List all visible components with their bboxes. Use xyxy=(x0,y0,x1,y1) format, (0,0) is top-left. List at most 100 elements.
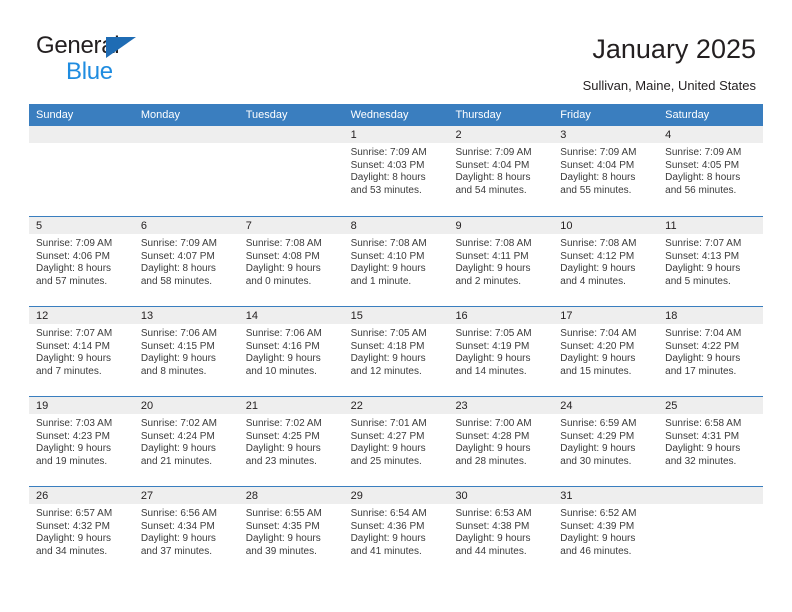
day-info: Sunrise: 7:01 AM Sunset: 4:27 PM Dayligh… xyxy=(344,414,449,468)
sunrise-text: Sunrise: 7:08 AM xyxy=(245,238,322,249)
day-number: 17 xyxy=(553,307,659,324)
calendar-day-cell[interactable]: 19 Sunrise: 7:03 AM Sunset: 4:23 PM Dayl… xyxy=(29,397,134,486)
day-number: 11 xyxy=(658,217,764,234)
sunrise-text: Sunrise: 7:09 AM xyxy=(560,147,637,158)
day-number: 27 xyxy=(133,487,239,504)
day-number: 28 xyxy=(238,487,344,504)
calendar-day-cell[interactable]: 13 Sunrise: 7:06 AM Sunset: 4:15 PM Dayl… xyxy=(133,307,239,396)
calendar-day-cell[interactable]: 15 Sunrise: 7:05 AM Sunset: 4:18 PM Dayl… xyxy=(343,307,449,396)
daylight-text-line2: and 17 minutes. xyxy=(665,365,737,377)
calendar-day-cell[interactable]: 28 Sunrise: 6:55 AM Sunset: 4:35 PM Dayl… xyxy=(238,487,344,576)
daylight-text-line2: and 7 minutes. xyxy=(36,365,102,377)
sunset-text: Sunset: 4:34 PM xyxy=(140,520,215,532)
day-info: Sunrise: 7:05 AM Sunset: 4:19 PM Dayligh… xyxy=(448,324,553,378)
calendar-day-cell[interactable]: 29 Sunrise: 6:54 AM Sunset: 4:36 PM Dayl… xyxy=(343,487,449,576)
calendar-day-cell[interactable] xyxy=(133,126,239,216)
calendar-day-cell[interactable]: 9 Sunrise: 7:08 AM Sunset: 4:11 PM Dayli… xyxy=(448,217,554,306)
calendar-day-cell[interactable] xyxy=(29,126,134,216)
calendar-day-cell[interactable]: 26 Sunrise: 6:57 AM Sunset: 4:32 PM Dayl… xyxy=(29,487,134,576)
sunset-text: Sunset: 4:16 PM xyxy=(245,340,320,352)
calendar-day-cell[interactable] xyxy=(238,126,344,216)
daylight-text-line1: Daylight: 9 hours xyxy=(455,533,531,545)
day-number: 18 xyxy=(658,307,764,324)
daylight-text-line2: and 39 minutes. xyxy=(245,545,317,557)
calendar-page: General Blue January 2025 Sullivan, Main… xyxy=(0,0,792,612)
calendar-day-cell[interactable]: 16 Sunrise: 7:05 AM Sunset: 4:19 PM Dayl… xyxy=(448,307,554,396)
calendar-day-cell[interactable]: 20 Sunrise: 7:02 AM Sunset: 4:24 PM Dayl… xyxy=(133,397,239,486)
day-number: 12 xyxy=(29,307,134,324)
daylight-text-line1: Daylight: 9 hours xyxy=(665,443,741,455)
calendar-day-cell[interactable]: 2 Sunrise: 7:09 AM Sunset: 4:04 PM Dayli… xyxy=(448,126,554,216)
daylight-text-line2: and 0 minutes. xyxy=(245,275,312,287)
page-header: General Blue January 2025 Sullivan, Main… xyxy=(0,0,792,104)
calendar-day-cell[interactable]: 10 Sunrise: 7:08 AM Sunset: 4:12 PM Dayl… xyxy=(553,217,659,306)
day-number: 13 xyxy=(133,307,239,324)
sunset-text: Sunset: 4:24 PM xyxy=(140,430,215,442)
daylight-text-line2: and 37 minutes. xyxy=(140,545,213,557)
sunrise-text: Sunrise: 7:00 AM xyxy=(455,418,532,429)
day-number: 4 xyxy=(658,126,764,143)
calendar-day-cell[interactable]: 18 Sunrise: 7:04 AM Sunset: 4:22 PM Dayl… xyxy=(658,307,764,396)
calendar-day-cell[interactable]: 8 Sunrise: 7:08 AM Sunset: 4:10 PM Dayli… xyxy=(343,217,449,306)
calendar-day-cell[interactable]: 25 Sunrise: 6:58 AM Sunset: 4:31 PM Dayl… xyxy=(658,397,764,486)
sunset-text: Sunset: 4:39 PM xyxy=(560,520,635,532)
calendar-day-cell[interactable]: 6 Sunrise: 7:09 AM Sunset: 4:07 PM Dayli… xyxy=(133,217,239,306)
day-number: 8 xyxy=(343,217,449,234)
day-info: Sunrise: 7:07 AM Sunset: 4:13 PM Dayligh… xyxy=(658,234,763,288)
daylight-text-line1: Daylight: 8 hours xyxy=(665,172,741,184)
calendar-day-cell[interactable]: 23 Sunrise: 7:00 AM Sunset: 4:28 PM Dayl… xyxy=(448,397,554,486)
weekday-header-tuesday: Tuesday xyxy=(245,109,288,121)
sunrise-text: Sunrise: 7:08 AM xyxy=(560,238,637,249)
sunrise-text: Sunrise: 6:56 AM xyxy=(140,508,218,519)
sunset-text: Sunset: 4:04 PM xyxy=(455,159,530,171)
sunset-text: Sunset: 4:05 PM xyxy=(665,159,740,171)
calendar-day-cell[interactable] xyxy=(658,487,764,576)
day-info: Sunrise: 7:09 AM Sunset: 4:05 PM Dayligh… xyxy=(658,143,763,197)
daylight-text-line1: Daylight: 9 hours xyxy=(560,263,636,275)
day-number: 30 xyxy=(448,487,554,504)
day-info: Sunrise: 7:02 AM Sunset: 4:25 PM Dayligh… xyxy=(239,414,344,468)
daylight-text-line1: Daylight: 8 hours xyxy=(36,263,112,275)
daylight-text-line2: and 56 minutes. xyxy=(665,184,737,196)
calendar-day-cell[interactable]: 22 Sunrise: 7:01 AM Sunset: 4:27 PM Dayl… xyxy=(343,397,449,486)
calendar-day-cell[interactable]: 12 Sunrise: 7:07 AM Sunset: 4:14 PM Dayl… xyxy=(29,307,134,396)
day-info xyxy=(239,143,344,147)
calendar-day-cell[interactable]: 14 Sunrise: 7:06 AM Sunset: 4:16 PM Dayl… xyxy=(238,307,344,396)
calendar-day-cell[interactable]: 30 Sunrise: 6:53 AM Sunset: 4:38 PM Dayl… xyxy=(448,487,554,576)
calendar-day-cell[interactable]: 31 Sunrise: 6:52 AM Sunset: 4:39 PM Dayl… xyxy=(553,487,659,576)
sunrise-text: Sunrise: 7:05 AM xyxy=(350,328,427,339)
calendar-grid: Sunday Monday Tuesday Wednesday Thursday… xyxy=(29,104,764,576)
sunrise-text: Sunrise: 7:08 AM xyxy=(350,238,427,249)
calendar-day-cell[interactable]: 27 Sunrise: 6:56 AM Sunset: 4:34 PM Dayl… xyxy=(133,487,239,576)
calendar-day-cell[interactable]: 3 Sunrise: 7:09 AM Sunset: 4:04 PM Dayli… xyxy=(553,126,659,216)
day-info: Sunrise: 7:08 AM Sunset: 4:08 PM Dayligh… xyxy=(239,234,344,288)
calendar-day-cell[interactable]: 17 Sunrise: 7:04 AM Sunset: 4:20 PM Dayl… xyxy=(553,307,659,396)
calendar-day-cell[interactable]: 24 Sunrise: 6:59 AM Sunset: 4:29 PM Dayl… xyxy=(553,397,659,486)
day-info: Sunrise: 7:04 AM Sunset: 4:22 PM Dayligh… xyxy=(658,324,763,378)
sunset-text: Sunset: 4:14 PM xyxy=(36,340,110,352)
daylight-text-line2: and 57 minutes. xyxy=(36,275,108,287)
calendar-day-cell[interactable]: 11 Sunrise: 7:07 AM Sunset: 4:13 PM Dayl… xyxy=(658,217,764,306)
sunrise-text: Sunrise: 7:09 AM xyxy=(350,147,427,158)
calendar-day-cell[interactable]: 21 Sunrise: 7:02 AM Sunset: 4:25 PM Dayl… xyxy=(238,397,344,486)
page-subtitle: Sullivan, Maine, United States xyxy=(582,78,756,93)
sunrise-text: Sunrise: 7:09 AM xyxy=(665,147,742,158)
daylight-text-line2: and 55 minutes. xyxy=(560,184,632,196)
day-number xyxy=(133,126,239,143)
day-info: Sunrise: 7:06 AM Sunset: 4:16 PM Dayligh… xyxy=(239,324,344,378)
daylight-text-line1: Daylight: 9 hours xyxy=(560,533,636,545)
day-info: Sunrise: 6:57 AM Sunset: 4:32 PM Dayligh… xyxy=(29,504,134,558)
day-number: 19 xyxy=(29,397,134,414)
sunset-text: Sunset: 4:12 PM xyxy=(560,250,635,262)
day-number: 6 xyxy=(133,217,239,234)
daylight-text-line1: Daylight: 9 hours xyxy=(140,443,216,455)
general-blue-logo[interactable]: General Blue xyxy=(36,32,166,85)
sunrise-text: Sunrise: 6:53 AM xyxy=(455,508,532,519)
weekday-header-friday: Friday xyxy=(560,109,591,121)
calendar-day-cell[interactable]: 5 Sunrise: 7:09 AM Sunset: 4:06 PM Dayli… xyxy=(29,217,134,306)
sunset-text: Sunset: 4:07 PM xyxy=(140,250,215,262)
calendar-day-cell[interactable]: 1 Sunrise: 7:09 AM Sunset: 4:03 PM Dayli… xyxy=(343,126,449,216)
sunrise-text: Sunrise: 7:09 AM xyxy=(455,147,532,158)
calendar-day-cell[interactable]: 7 Sunrise: 7:08 AM Sunset: 4:08 PM Dayli… xyxy=(238,217,344,306)
calendar-day-cell[interactable]: 4 Sunrise: 7:09 AM Sunset: 4:05 PM Dayli… xyxy=(658,126,764,216)
